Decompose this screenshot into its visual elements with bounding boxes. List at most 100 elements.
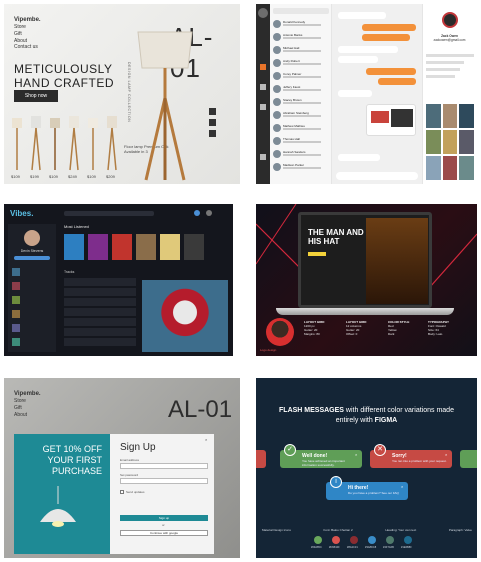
- media-thumb[interactable]: [442, 130, 458, 154]
- password-field[interactable]: [120, 478, 208, 484]
- lamp-landing-tile[interactable]: Vipembe. Store Gift About Contact us MET…: [4, 4, 240, 184]
- music-search-input[interactable]: [64, 211, 154, 216]
- contact-row[interactable]: Antonio Banks: [273, 31, 329, 43]
- user-avatar[interactable]: [24, 230, 40, 246]
- album-cover[interactable]: [160, 234, 180, 260]
- product-lamp-5[interactable]: [88, 118, 98, 170]
- product-lamp-2[interactable]: [31, 116, 41, 171]
- message-input[interactable]: [336, 172, 418, 180]
- twitter-icon[interactable]: [209, 130, 216, 137]
- profile-avatar[interactable]: [442, 12, 458, 28]
- contact-search-input[interactable]: [273, 8, 329, 14]
- instagram-icon[interactable]: [209, 119, 216, 126]
- user-avatar[interactable]: [258, 8, 268, 18]
- close-icon[interactable]: ×: [445, 452, 447, 457]
- contact-row[interactable]: Donald Kennedy: [273, 18, 329, 30]
- shop-now-button[interactable]: Shop now: [14, 90, 58, 102]
- product-lamp-3[interactable]: [50, 118, 60, 170]
- artist-thumb[interactable]: [12, 324, 20, 332]
- contact-row[interactable]: Michael Hail: [273, 44, 329, 56]
- album-cover[interactable]: [112, 234, 132, 260]
- contact-row[interactable]: Jeffery Faust: [273, 83, 329, 95]
- artist-thumb[interactable]: [12, 310, 20, 318]
- artist-thumb[interactable]: [12, 338, 20, 346]
- pendant-lamp-icon: [40, 486, 76, 527]
- track-row[interactable]: [64, 278, 136, 286]
- avatar: [273, 85, 281, 93]
- movie-landing-tile[interactable]: THE MAN AND HIS HAT Logo design LAYOUT G…: [256, 204, 477, 356]
- artist-thumb[interactable]: [12, 268, 20, 276]
- now-playing-artwork[interactable]: [142, 280, 228, 352]
- track-row[interactable]: [64, 328, 136, 336]
- contact-row[interactable]: Thomas Hall: [273, 135, 329, 147]
- close-icon[interactable]: ×: [205, 437, 207, 442]
- signup-modal-tile[interactable]: Vipembe. Store Gift About AL-01 GET 10% …: [4, 378, 240, 558]
- product-lamp-6[interactable]: [107, 116, 117, 171]
- media-thumb[interactable]: [426, 130, 441, 154]
- track-row[interactable]: [64, 298, 136, 306]
- user-name: Devin Stevens: [20, 249, 44, 253]
- media-thumb[interactable]: [459, 104, 474, 128]
- music-app-tile[interactable]: Vibes. Devin Stevens Most Listened Track…: [4, 204, 233, 356]
- chat-nav-icon[interactable]: [260, 64, 266, 70]
- spec-column: TYPOGRAPHY Font: Oswald Size: 64 Body: L…: [428, 320, 449, 336]
- close-icon[interactable]: ×: [355, 452, 357, 457]
- track-row[interactable]: [64, 288, 136, 296]
- signup-button[interactable]: Sign up: [120, 515, 208, 521]
- contact-row[interactable]: Abraham Steinberg: [273, 109, 329, 121]
- album-cover[interactable]: [64, 234, 84, 260]
- media-thumb[interactable]: [426, 156, 441, 180]
- lamp-nav-item[interactable]: Gift: [14, 31, 41, 38]
- track-row[interactable]: [64, 338, 136, 346]
- artist-thumb[interactable]: [12, 282, 20, 290]
- nav-item[interactable]: About: [14, 412, 41, 419]
- notification-icon[interactable]: [194, 210, 200, 216]
- updates-checkbox[interactable]: [120, 490, 124, 494]
- upgrade-button[interactable]: [14, 256, 50, 260]
- nav-item[interactable]: Gift: [14, 405, 41, 412]
- contact-row[interactable]: Mathew Mathieu: [273, 122, 329, 134]
- media-thumb[interactable]: [459, 156, 474, 180]
- chat-app-tile[interactable]: Donald Kennedy Antonio Banks Michael Hai…: [256, 4, 477, 184]
- settings-icon[interactable]: [260, 154, 266, 160]
- album-cover[interactable]: [136, 234, 156, 260]
- facebook-icon[interactable]: [209, 108, 216, 115]
- media-thumb[interactable]: [442, 104, 458, 128]
- track-row[interactable]: [64, 308, 136, 316]
- phone-icon[interactable]: [260, 84, 266, 90]
- calendar-icon[interactable]: [260, 104, 266, 110]
- contact-row[interactable]: Andy Robert: [273, 57, 329, 69]
- album-cover[interactable]: [184, 234, 204, 260]
- message-preview: [283, 141, 321, 143]
- flash-messages-tile[interactable]: FLASH MESSAGES with different color vari…: [256, 378, 477, 558]
- user-menu-icon[interactable]: [206, 210, 212, 216]
- avatar: [273, 59, 281, 67]
- contact-row[interactable]: Stacey Brown: [273, 96, 329, 108]
- media-thumb[interactable]: [442, 156, 458, 180]
- media-thumb[interactable]: [459, 130, 474, 154]
- artist-thumb[interactable]: [12, 296, 20, 304]
- profile-email: zackowen@gmail.com: [433, 38, 466, 42]
- contact-row[interactable]: Hannah Sanders: [273, 148, 329, 160]
- contact-row[interactable]: Corey Palmer: [273, 70, 329, 82]
- lamp-brand-block: Vipembe. Store Gift About Contact us: [14, 16, 41, 51]
- close-icon[interactable]: ×: [401, 484, 403, 489]
- album-cover[interactable]: [88, 234, 108, 260]
- avatar: [273, 46, 281, 54]
- avatar: [273, 33, 281, 41]
- email-field[interactable]: [120, 463, 208, 469]
- shared-image-message[interactable]: [366, 104, 416, 136]
- message-preview: [283, 24, 321, 26]
- watch-now-button[interactable]: [308, 252, 326, 256]
- product-lamp-4[interactable]: [69, 116, 79, 171]
- google-signin-button[interactable]: Continue with google: [120, 530, 208, 536]
- product-lamp-1[interactable]: [12, 118, 22, 170]
- nav-item[interactable]: Store: [14, 398, 41, 405]
- lamp-nav-item[interactable]: Contact us: [14, 44, 41, 51]
- lamp-nav-item[interactable]: About: [14, 38, 41, 45]
- contact-row[interactable]: Madison Parker: [273, 161, 329, 173]
- flash-card-info: i Hi there! Do you have a problem? See o…: [326, 476, 408, 500]
- lamp-nav-item[interactable]: Store: [14, 24, 41, 31]
- track-row[interactable]: [64, 318, 136, 326]
- media-thumb[interactable]: [426, 104, 441, 128]
